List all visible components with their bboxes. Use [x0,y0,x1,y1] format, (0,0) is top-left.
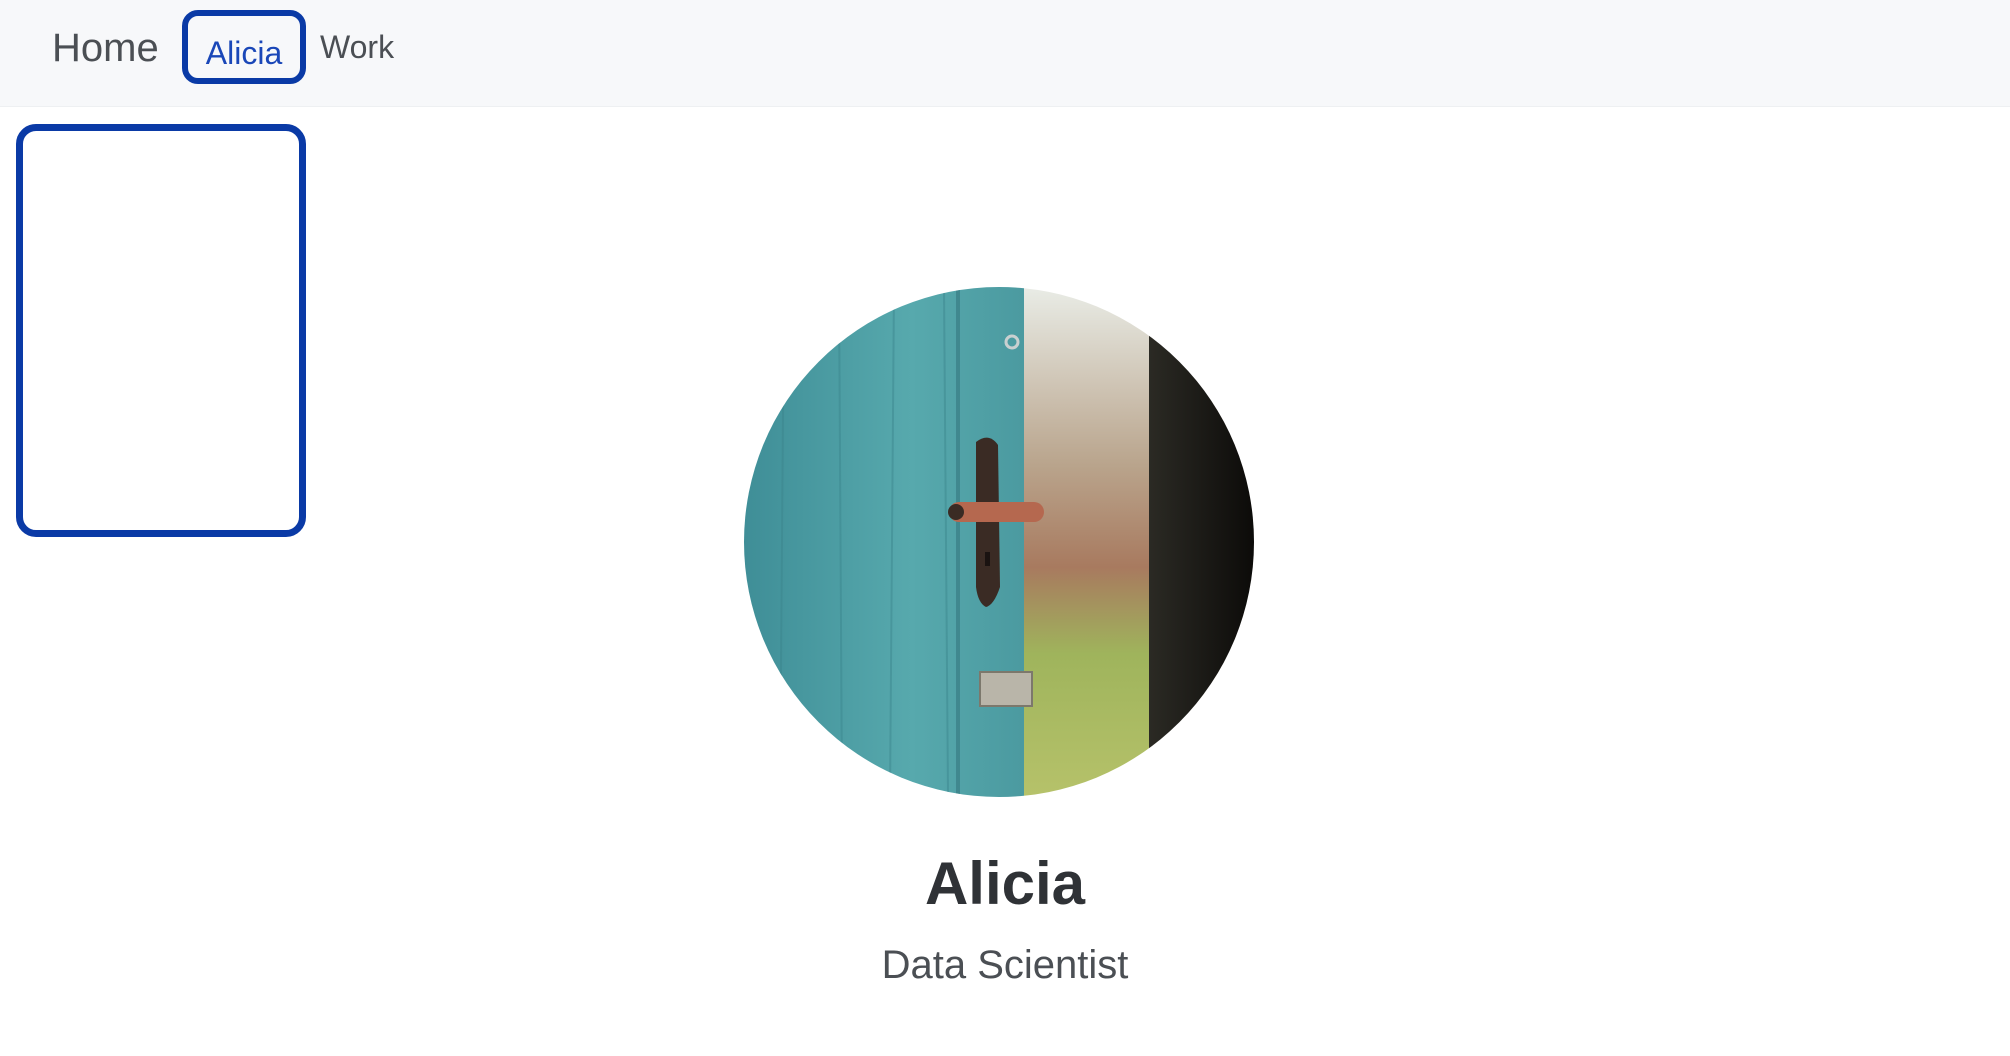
profile-avatar [744,287,1254,797]
nav-link-work[interactable]: Work [320,26,394,68]
page: Home Alicia Work Alicia Data Scientist [0,0,2010,1056]
door-photo-image [744,287,1254,797]
top-navbar: Home Alicia Work [0,0,2010,107]
home-link[interactable]: Home [52,24,159,72]
nav-link-alicia[interactable]: Alicia [182,10,306,84]
focused-empty-card[interactable] [16,124,306,537]
profile-job-title: Data Scientist [881,943,1129,987]
profile-name: Alicia [924,850,1086,917]
